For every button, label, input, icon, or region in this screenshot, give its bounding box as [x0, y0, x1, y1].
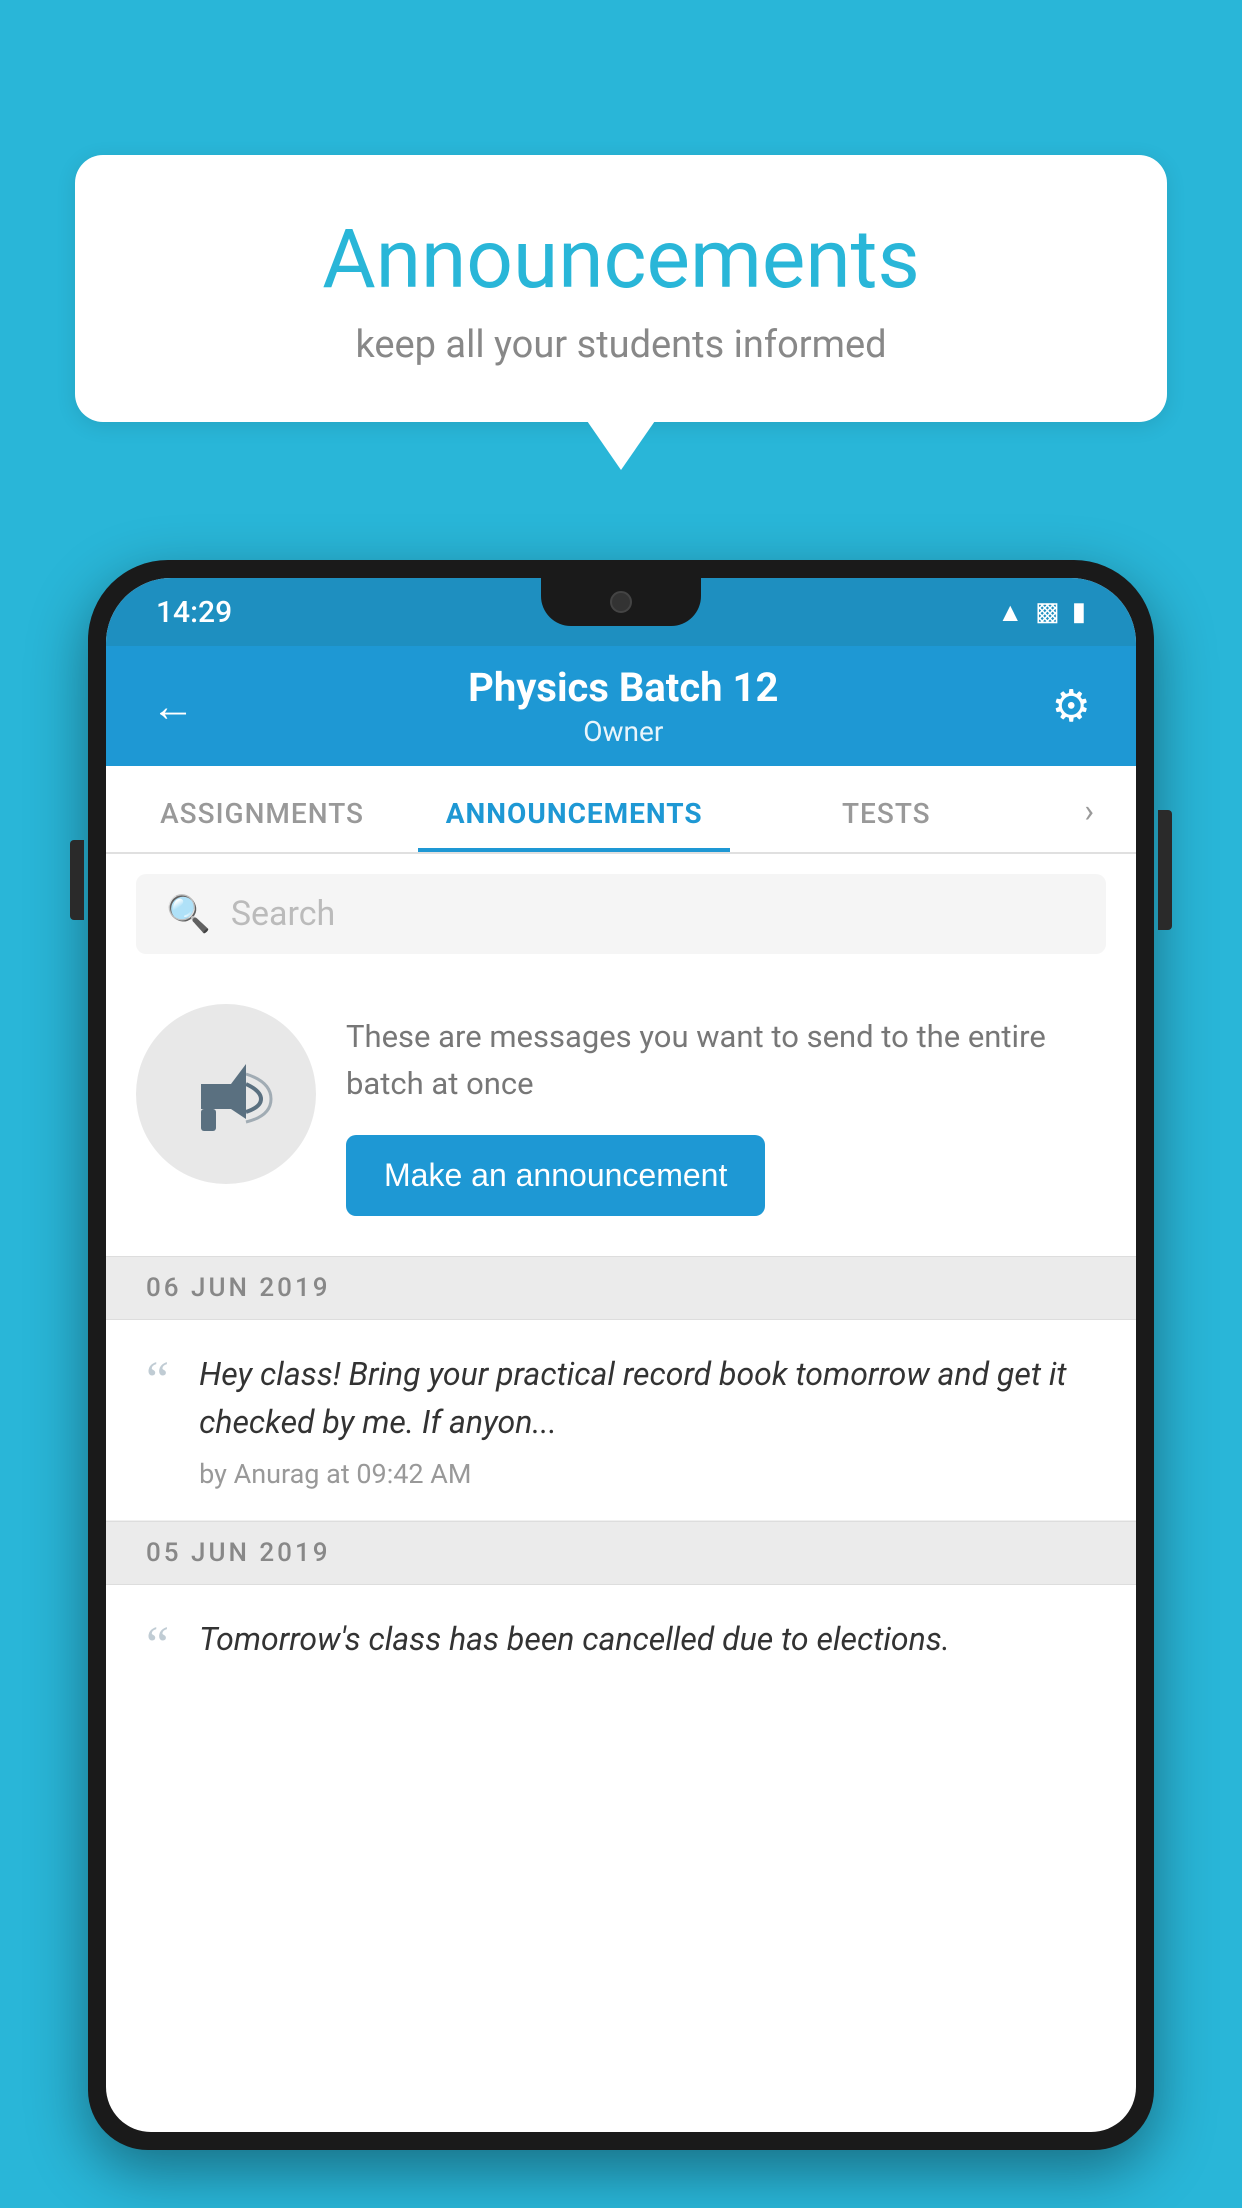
status-time: 14:29: [156, 595, 232, 630]
announcement-item-1[interactable]: “ Hey class! Bring your practical record…: [106, 1320, 1136, 1521]
search-bar-container: 🔍 Search: [106, 854, 1136, 974]
search-placeholder: Search: [231, 894, 335, 934]
speech-bubble-card: Announcements keep all your students inf…: [75, 155, 1167, 422]
app-header: ← Physics Batch 12 Owner ⚙: [106, 646, 1136, 766]
announcement-meta-1: by Anurag at 09:42 AM: [199, 1458, 1096, 1490]
promo-icon-wrap: [136, 1004, 316, 1184]
megaphone-icon: [176, 1044, 276, 1144]
date-separator-2: 05 JUN 2019: [106, 1521, 1136, 1585]
header-subtitle: Owner: [468, 715, 778, 748]
bubble-subtitle: keep all your students informed: [155, 323, 1087, 367]
header-center: Physics Batch 12 Owner: [468, 664, 778, 748]
announcement-message-1: Hey class! Bring your practical record b…: [199, 1350, 1096, 1446]
promo-section: These are messages you want to send to t…: [106, 974, 1136, 1256]
tab-bar: ASSIGNMENTS ANNOUNCEMENTS TESTS ›: [106, 766, 1136, 854]
status-bar: 14:29 ▲ ▩ ▮: [106, 578, 1136, 646]
make-announcement-button[interactable]: Make an announcement: [346, 1135, 765, 1216]
announcement-message-2: Tomorrow's class has been cancelled due …: [199, 1615, 1096, 1663]
front-camera: [610, 591, 632, 613]
speech-bubble-section: Announcements keep all your students inf…: [75, 155, 1167, 422]
quote-icon-2: “: [146, 1620, 169, 1672]
phone-outer-frame: 14:29 ▲ ▩ ▮ ← Physics Batch 12 Owner ⚙ A…: [88, 560, 1154, 2150]
promo-content: These are messages you want to send to t…: [346, 1004, 1106, 1216]
tab-more[interactable]: ›: [1042, 792, 1136, 852]
search-bar[interactable]: 🔍 Search: [136, 874, 1106, 954]
status-icons: ▲ ▩ ▮: [997, 597, 1086, 628]
wifi-icon: ▲: [997, 597, 1023, 628]
tab-tests[interactable]: TESTS: [730, 797, 1042, 852]
date-separator-1: 06 JUN 2019: [106, 1256, 1136, 1320]
tab-announcements[interactable]: ANNOUNCEMENTS: [418, 797, 730, 852]
battery-icon: ▮: [1072, 597, 1086, 627]
phone-notch: [541, 578, 701, 626]
promo-description: These are messages you want to send to t…: [346, 1014, 1106, 1107]
tab-assignments[interactable]: ASSIGNMENTS: [106, 797, 418, 852]
search-icon: 🔍: [166, 893, 211, 935]
phone-screen: 14:29 ▲ ▩ ▮ ← Physics Batch 12 Owner ⚙ A…: [106, 578, 1136, 2132]
header-title: Physics Batch 12: [468, 664, 778, 711]
phone-mockup: 14:29 ▲ ▩ ▮ ← Physics Batch 12 Owner ⚙ A…: [88, 560, 1154, 2208]
settings-icon[interactable]: ⚙: [1052, 680, 1091, 732]
announcement-item-2[interactable]: “ Tomorrow's class has been cancelled du…: [106, 1585, 1136, 1705]
bubble-title: Announcements: [155, 215, 1087, 305]
signal-icon: ▩: [1035, 597, 1060, 627]
quote-icon-1: “: [146, 1355, 169, 1407]
announcement-content-1: Hey class! Bring your practical record b…: [199, 1350, 1096, 1490]
announcement-content-2: Tomorrow's class has been cancelled due …: [199, 1615, 1096, 1675]
back-button[interactable]: ←: [151, 680, 195, 732]
